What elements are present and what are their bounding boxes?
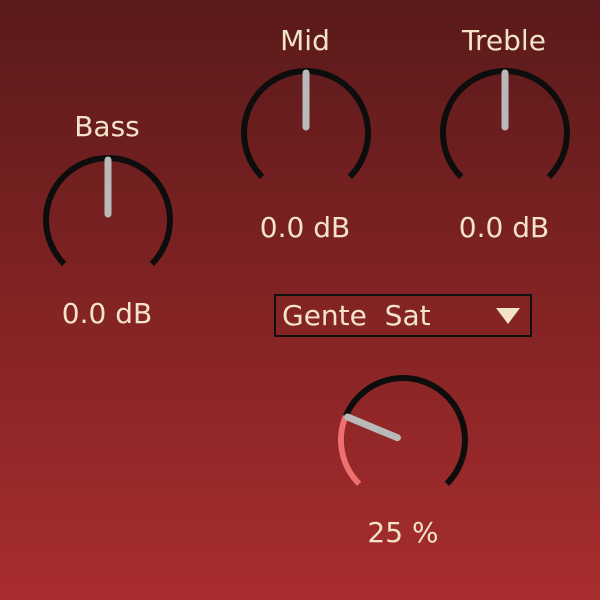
treble-label: Treble bbox=[462, 24, 546, 57]
treble-value: 0.0 dB bbox=[458, 211, 550, 244]
mode-select-value: Gente Sat bbox=[282, 298, 431, 332]
drive-knob-pointer bbox=[344, 413, 401, 442]
bass-label: Bass bbox=[74, 110, 140, 143]
mid-label: Mid bbox=[280, 24, 330, 57]
mid-knob-graphic bbox=[241, 68, 371, 179]
bass-knob[interactable] bbox=[38, 150, 178, 290]
bass-value: 0.0 dB bbox=[61, 297, 153, 330]
drive-knob-track bbox=[338, 375, 468, 486]
bass-knob-graphic bbox=[43, 155, 173, 266]
mid-knob[interactable] bbox=[236, 63, 376, 203]
drive-knob[interactable] bbox=[333, 370, 473, 510]
triangle-down-icon bbox=[496, 307, 520, 324]
mode-select-dropdown[interactable]: Gente Sat bbox=[274, 294, 532, 337]
treble-knob[interactable] bbox=[435, 63, 575, 203]
drive-knob-active-arc bbox=[338, 415, 362, 486]
drive-knob-graphic bbox=[338, 375, 468, 486]
drive-value: 25 % bbox=[367, 516, 439, 549]
mid-value: 0.0 dB bbox=[259, 211, 351, 244]
treble-knob-graphic bbox=[440, 68, 570, 179]
